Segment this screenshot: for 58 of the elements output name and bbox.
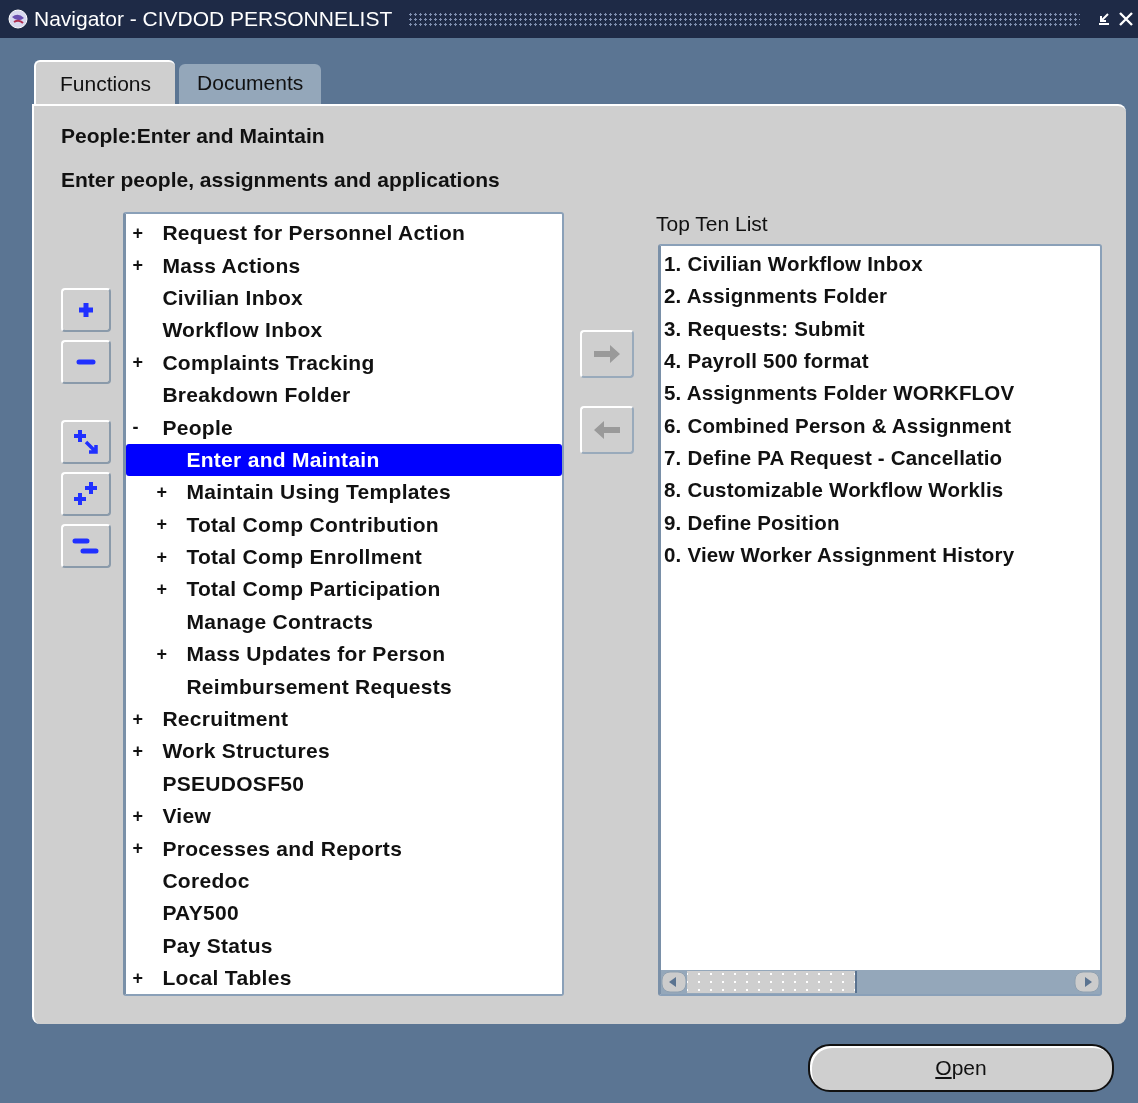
function-heading: People:Enter and Maintain (61, 124, 326, 149)
tree-item[interactable]: Coredoc (126, 864, 563, 898)
list-item[interactable]: 3. Requests: Submit (664, 312, 1100, 345)
minus-icon (76, 359, 96, 365)
minimize-icon[interactable] (1096, 11, 1112, 27)
tree-item[interactable]: + View (126, 800, 563, 833)
collapse-all-button[interactable] (61, 524, 111, 568)
function-description: Enter people, assignments and applications (61, 168, 501, 193)
window-title: Navigator - CIVDOD PERSONNELIST (34, 7, 393, 31)
tree-item[interactable]: PSEUDOSF50 (126, 767, 563, 801)
list-item[interactable]: 4. Payroll 500 format (664, 344, 1100, 378)
list-item[interactable]: 9. Define Position (664, 506, 1100, 539)
tree-item[interactable]: + Total Comp Contribution (126, 508, 563, 541)
tree-item[interactable]: Pay Status (126, 929, 563, 962)
expand-button[interactable] (61, 288, 111, 332)
list-item[interactable]: 0. View Worker Assignment History (664, 538, 1100, 571)
close-icon[interactable] (1118, 11, 1134, 27)
list-label: Top Ten List (656, 212, 769, 237)
scroll-left-icon[interactable] (661, 971, 687, 993)
scroll-thumb[interactable] (687, 971, 857, 993)
expand-branch-button[interactable] (61, 420, 111, 464)
list-item[interactable]: 7. Define PA Request - Cancellatio (664, 441, 1100, 475)
list-item[interactable]: 6. Combined Person & Assignment (664, 409, 1100, 442)
tree-item[interactable]: Reimbursement Requests (126, 670, 563, 703)
list-item[interactable]: 8. Customizable Workflow Worklis (664, 474, 1100, 507)
open-button[interactable]: Open (808, 1044, 1114, 1092)
horizontal-scrollbar[interactable] (661, 970, 1100, 994)
globe-icon (8, 9, 28, 29)
tab[interactable]: Documents (179, 64, 322, 104)
tree-item[interactable]: Manage Contracts (126, 605, 563, 639)
tree-item[interactable]: + Request for Personnel Action (126, 217, 563, 250)
tree-item[interactable]: + Mass Actions (126, 249, 563, 282)
tree-item[interactable]: + Total Comp Enrollment (126, 540, 563, 574)
tree-item[interactable]: Breakdown Folder (126, 378, 563, 412)
tree-item[interactable]: + Maintain Using Templates (126, 476, 563, 509)
list-item[interactable]: 5. Assignments Folder WORKFLOV (664, 377, 1100, 410)
expand-all-button[interactable] (61, 472, 111, 516)
tab[interactable]: Functions (34, 60, 176, 104)
list-item[interactable]: 2. Assignments Folder (664, 280, 1100, 313)
tree-item[interactable]: Workflow Inbox (126, 314, 563, 347)
tree-item[interactable]: + Processes and Reports (126, 832, 563, 865)
left-arrow-icon (592, 419, 623, 441)
add-button[interactable] (580, 330, 635, 378)
tree-item[interactable]: + Recruitment (126, 702, 563, 736)
list-item[interactable]: 1. Civilian Workflow Inbox (664, 248, 1100, 281)
tree-item[interactable]: + Work Structures (126, 735, 563, 768)
tree-item[interactable]: PAY500 (126, 897, 563, 930)
tree-item[interactable]: Civilian Inbox (126, 281, 563, 315)
tree-item[interactable]: Enter and Maintain (126, 443, 563, 477)
collapse-button[interactable] (61, 340, 111, 384)
tree-item[interactable]: + Complaints Tracking (126, 346, 563, 379)
tree-item[interactable]: + Local Tables (126, 962, 563, 994)
tree-item[interactable]: + Total Comp Participation (126, 573, 563, 606)
scroll-right-icon[interactable] (1074, 971, 1100, 993)
plus-arrow-icon (71, 427, 101, 457)
remove-button[interactable] (580, 406, 635, 454)
tree-item[interactable]: + Mass Updates for Person (126, 638, 563, 671)
tree-item[interactable]: - People (126, 411, 563, 444)
